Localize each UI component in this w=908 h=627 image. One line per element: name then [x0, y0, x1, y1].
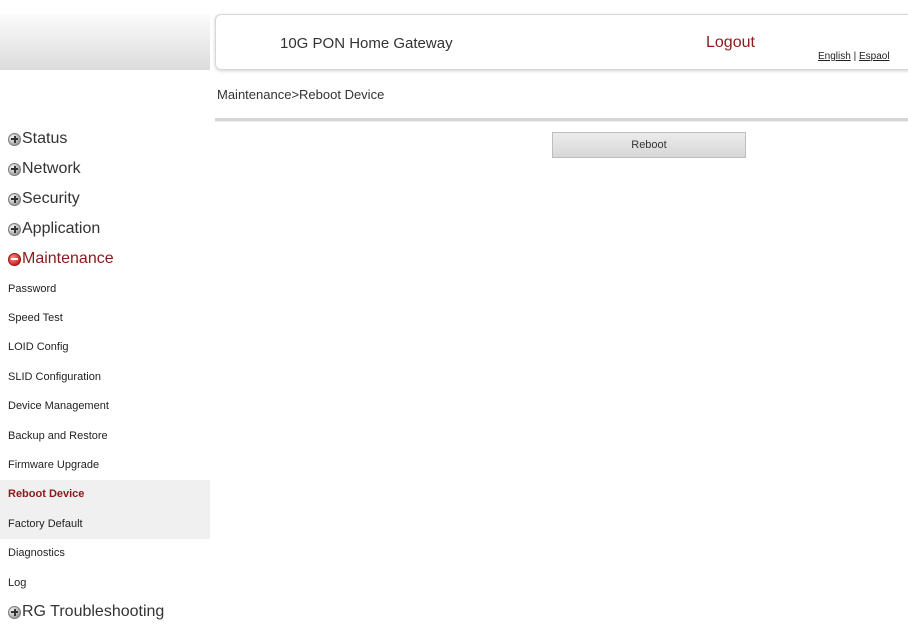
sidebar-item-label: Network: [22, 160, 81, 177]
sidebar-subitem-backup-restore[interactable]: Backup and Restore: [0, 421, 210, 450]
plus-circle-icon: [8, 222, 21, 236]
language-switcher: English | Espaol: [818, 51, 890, 62]
sidebar-subitem-slid-configuration[interactable]: SLID Configuration: [0, 362, 210, 391]
divider: [215, 118, 908, 122]
sidebar-subitem-factory-default[interactable]: Factory Default: [0, 509, 210, 539]
sidebar-item-label: Maintenance: [22, 250, 114, 267]
plus-circle-icon: [8, 192, 21, 206]
plus-circle-icon: [8, 162, 21, 176]
sidebar-item-maintenance[interactable]: Maintenance: [0, 244, 210, 274]
sidebar-subitem-log[interactable]: Log: [0, 568, 210, 597]
sidebar-item-network[interactable]: Network: [0, 154, 210, 184]
page-title: 10G PON Home Gateway: [280, 35, 453, 52]
sidebar-item-status[interactable]: Status: [0, 124, 210, 154]
sidebar-item-security[interactable]: Security: [0, 184, 210, 214]
sidebar-subitem-device-management[interactable]: Device Management: [0, 392, 210, 421]
breadcrumb: Maintenance>Reboot Device: [217, 87, 385, 102]
logout-link[interactable]: Logout: [706, 34, 755, 52]
logo-banner: [0, 14, 210, 70]
sidebar-subitem-loid-config[interactable]: LOID Config: [0, 333, 210, 362]
sidebar-item-label: RG Troubleshooting: [22, 603, 165, 621]
sidebar-subitem-password[interactable]: Password: [0, 274, 210, 303]
sidebar-subitem-reboot-device[interactable]: Reboot Device: [0, 479, 210, 510]
minus-circle-icon: [8, 252, 21, 266]
plus-circle-icon: [8, 605, 21, 619]
sidebar-item-rg-troubleshooting[interactable]: RG Troubleshooting: [0, 597, 210, 627]
sidebar-item-label: Status: [22, 130, 68, 147]
plus-circle-icon: [8, 132, 21, 146]
sidebar-subitem-diagnostics[interactable]: Diagnostics: [0, 539, 210, 568]
sidebar-item-label: Application: [22, 220, 101, 237]
header-bar: 10G PON Home Gateway Logout English | Es…: [215, 14, 908, 70]
spanish-link[interactable]: Espaol: [859, 51, 890, 62]
sidebar-subitem-firmware-upgrade[interactable]: Firmware Upgrade: [0, 450, 210, 479]
sidebar-item-application[interactable]: Application: [0, 214, 210, 244]
reboot-button[interactable]: Reboot: [552, 132, 746, 158]
sidebar-subitem-speed-test[interactable]: Speed Test: [0, 303, 210, 332]
language-separator: |: [850, 51, 859, 62]
sidebar-item-label: Security: [22, 190, 80, 207]
english-link[interactable]: English: [818, 51, 851, 62]
sidebar: Status Network Security Application Main…: [0, 124, 210, 627]
